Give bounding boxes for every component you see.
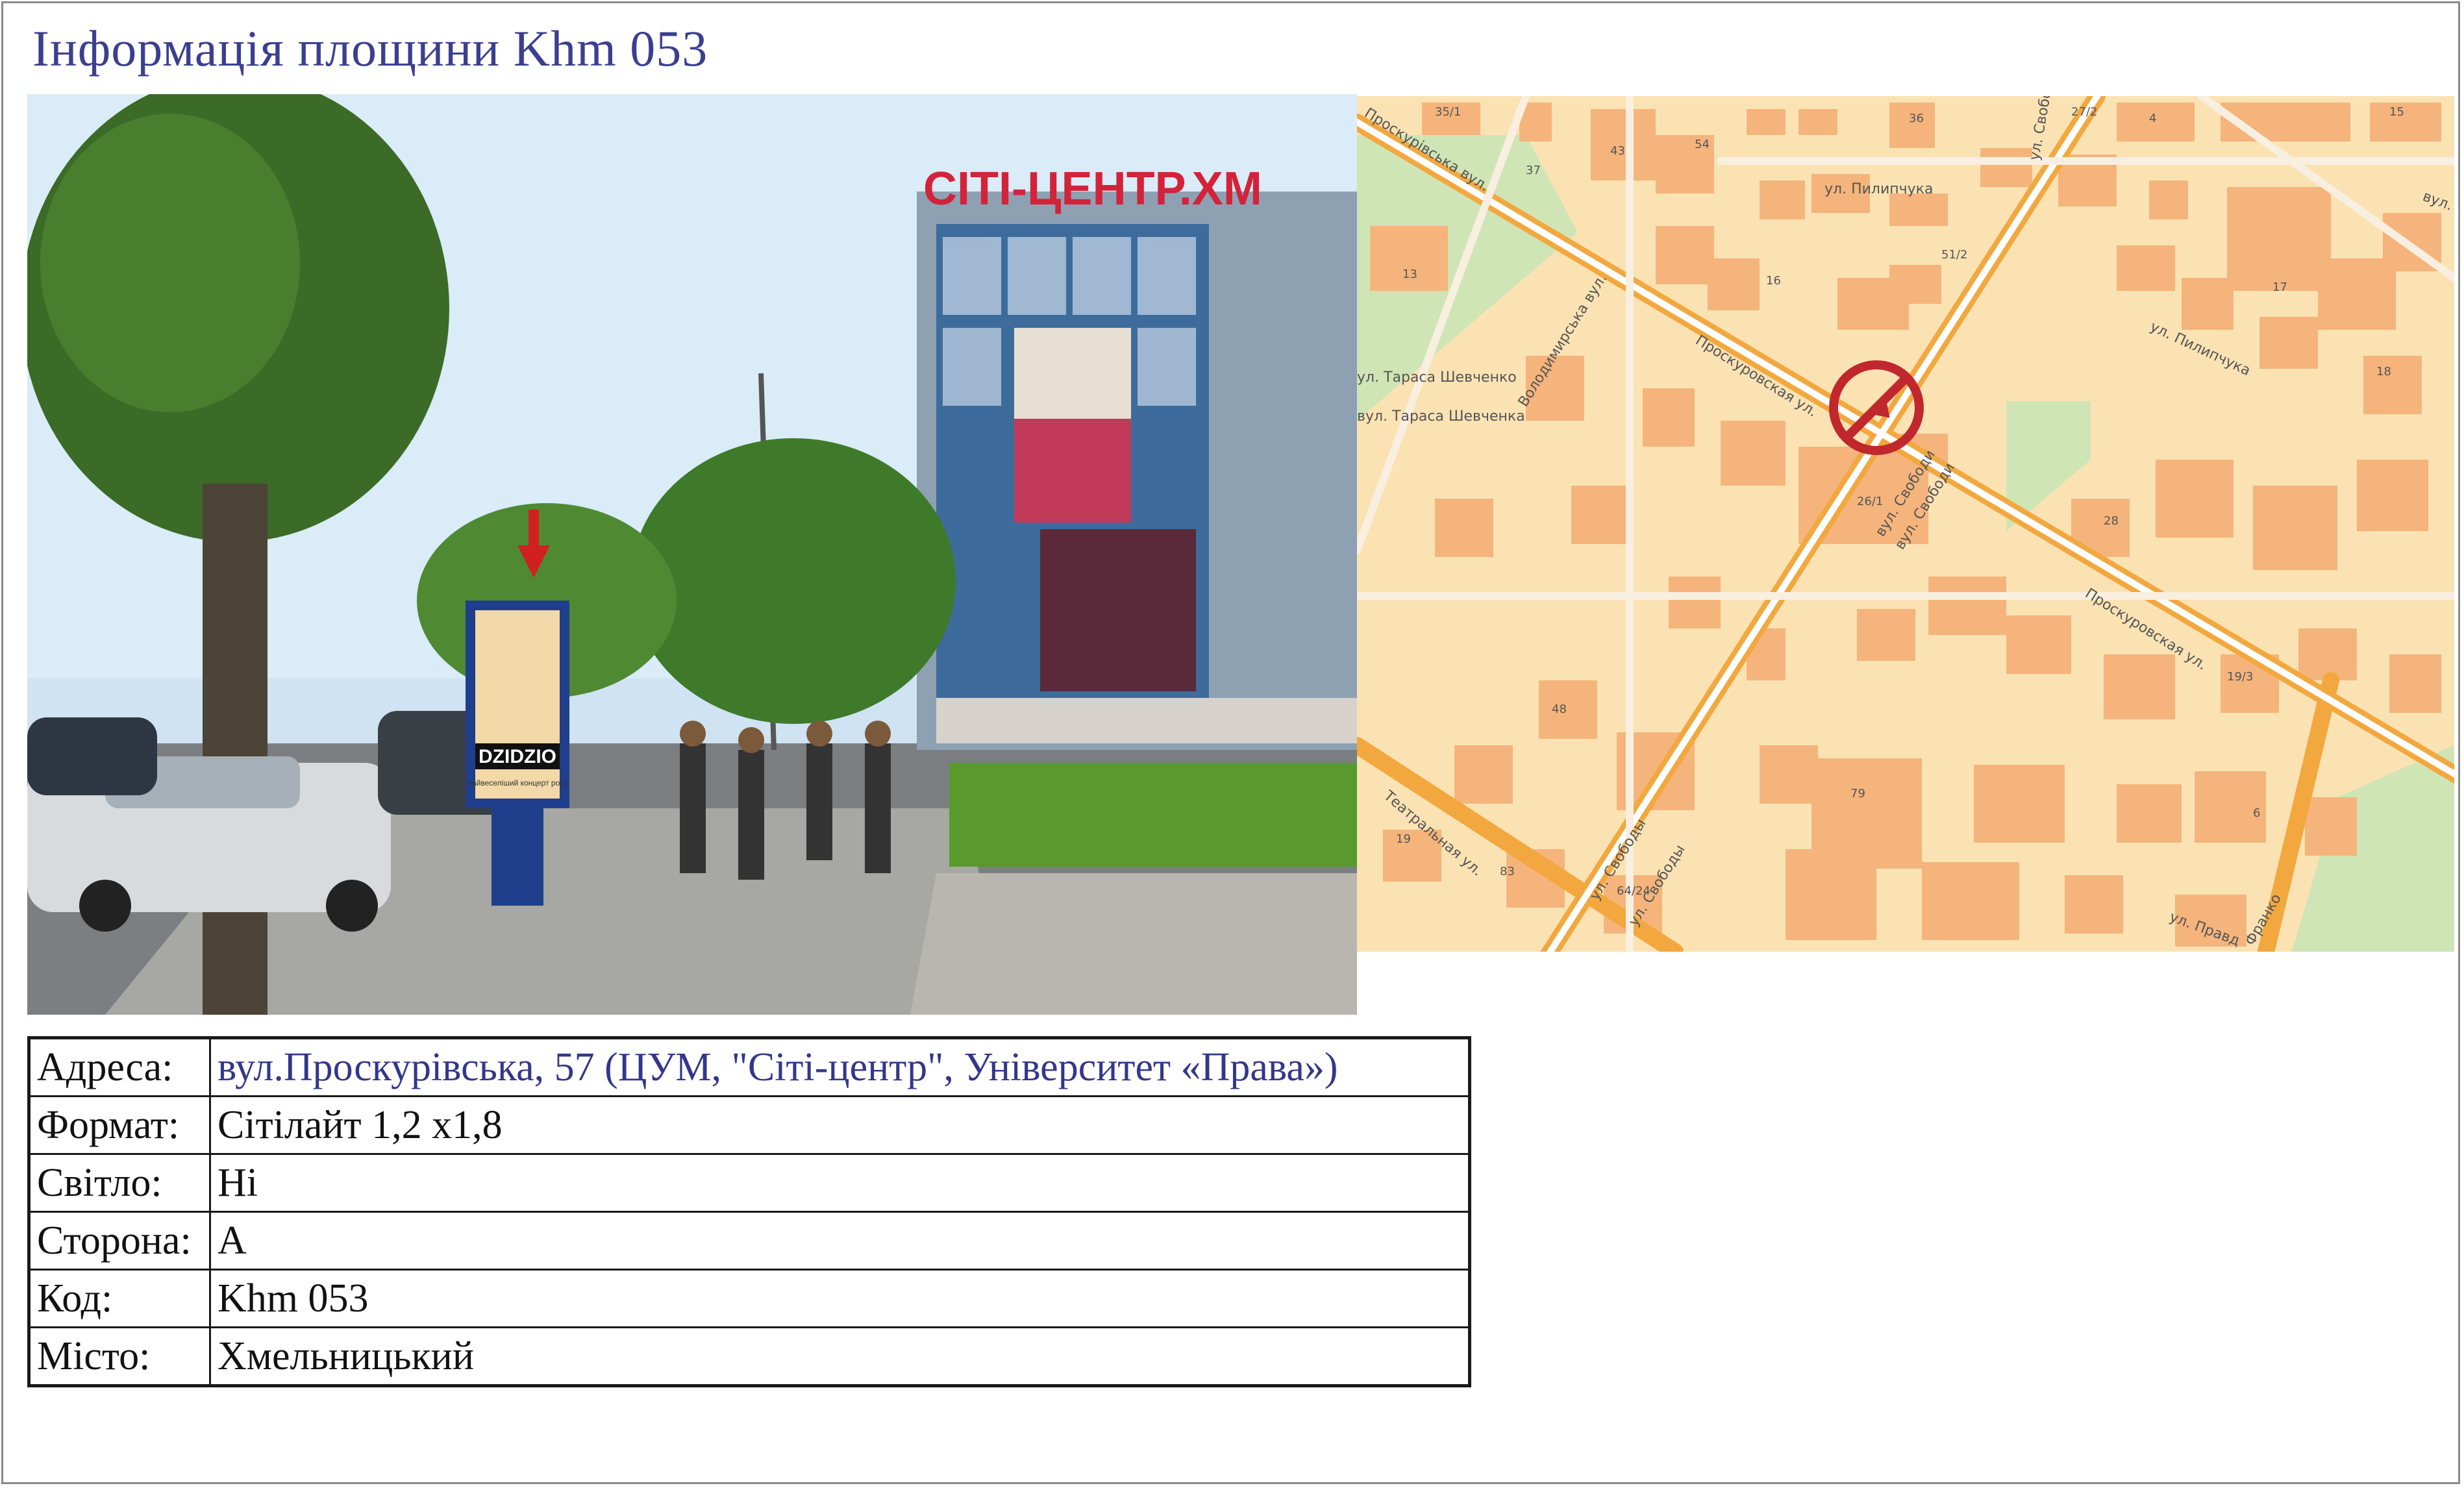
address-value: вул.Проскурівська, 57 (ЦУМ, "Сіті-центр"… bbox=[209, 1037, 1471, 1097]
format-label: Формат: bbox=[28, 1095, 211, 1155]
map-label-street-1: ул. Пилипчука bbox=[1824, 181, 1933, 197]
map-house-number: 37 bbox=[1526, 164, 1541, 177]
city-label: Місто: bbox=[28, 1326, 211, 1387]
map-house-number: 48 bbox=[1552, 702, 1567, 716]
map-house-number: 43 bbox=[1610, 144, 1625, 158]
map-house-number: 36 bbox=[1909, 112, 1924, 125]
info-row-light: Світло: Ні bbox=[28, 1153, 1471, 1213]
map-label-street-17: вул. Тараса Шевченка bbox=[1357, 408, 1525, 425]
map-house-number: 16 bbox=[1766, 274, 1781, 288]
building-sign: СІТІ-ЦЕНТР.ХМ bbox=[923, 163, 1262, 215]
light-value: Ні bbox=[209, 1153, 1471, 1213]
map-house-number: 64/24 bbox=[1617, 884, 1650, 898]
info-row-address: Адреса: вул.Проскурівська, 57 (ЦУМ, "Сіт… bbox=[28, 1037, 1471, 1097]
light-label: Світло: bbox=[28, 1153, 211, 1213]
map-house-number: 35/1 bbox=[1435, 105, 1461, 119]
map-house-number: 15 bbox=[2389, 105, 2404, 119]
map-house-number: 54 bbox=[1695, 138, 1710, 151]
info-row-format: Формат: Сітілайт 1,2 х1,8 bbox=[28, 1095, 1471, 1155]
city-value: Хмельницький bbox=[209, 1326, 1471, 1387]
map-house-number: 51/2 bbox=[1941, 248, 1967, 262]
map-illustration: ул. Пилипчука ул. Пилипчука Проскуровска… bbox=[1357, 96, 2454, 952]
map-house-number: 28 bbox=[2104, 514, 2119, 528]
side-value: А bbox=[209, 1211, 1471, 1271]
code-label: Код: bbox=[28, 1269, 211, 1328]
map-house-number: 13 bbox=[1402, 267, 1417, 281]
format-value: Сітілайт 1,2 х1,8 bbox=[209, 1095, 1471, 1155]
billboard-subtext: найвеселіший концерт року bbox=[467, 778, 567, 787]
map-house-number: 17 bbox=[2272, 280, 2287, 294]
map-house-number: 79 bbox=[1850, 787, 1865, 800]
info-row-city: Місто: Хмельницький bbox=[28, 1326, 1471, 1387]
map-house-number: 26/1 bbox=[1857, 495, 1883, 508]
location-map: ул. Пилипчука ул. Пилипчука Проскуровска… bbox=[1357, 96, 2454, 952]
info-table: Адреса: вул.Проскурівська, 57 (ЦУМ, "Сіт… bbox=[27, 1036, 1471, 1387]
map-house-number: 19 bbox=[1396, 832, 1411, 846]
address-label: Адреса: bbox=[28, 1037, 211, 1097]
info-row-code: Код: Khm 053 bbox=[28, 1269, 1471, 1328]
map-house-number: 19/3 bbox=[2227, 670, 2253, 684]
map-house-number: 18 bbox=[2376, 365, 2391, 378]
code-value: Khm 053 bbox=[209, 1269, 1471, 1328]
map-house-number: 27/2 bbox=[2071, 105, 2097, 119]
side-label: Сторона: bbox=[28, 1211, 211, 1271]
street-view-photo: СІТІ-ЦЕНТР.ХМ DZIDZIO найвеселіший конце… bbox=[27, 94, 1357, 1015]
map-label-street-16: ул. Тараса Шевченко bbox=[1357, 369, 1517, 386]
page-title: Інформація площини Khm 053 bbox=[32, 20, 708, 77]
photo-illustration: СІТІ-ЦЕНТР.ХМ DZIDZIO найвеселіший конце… bbox=[27, 94, 1357, 1015]
billboard-text: DZIDZIO bbox=[479, 746, 556, 767]
map-house-number: 4 bbox=[2149, 112, 2156, 125]
info-row-side: Сторона: А bbox=[28, 1211, 1471, 1271]
map-house-number: 83 bbox=[1500, 865, 1515, 878]
map-house-number: 6 bbox=[2253, 806, 2260, 820]
